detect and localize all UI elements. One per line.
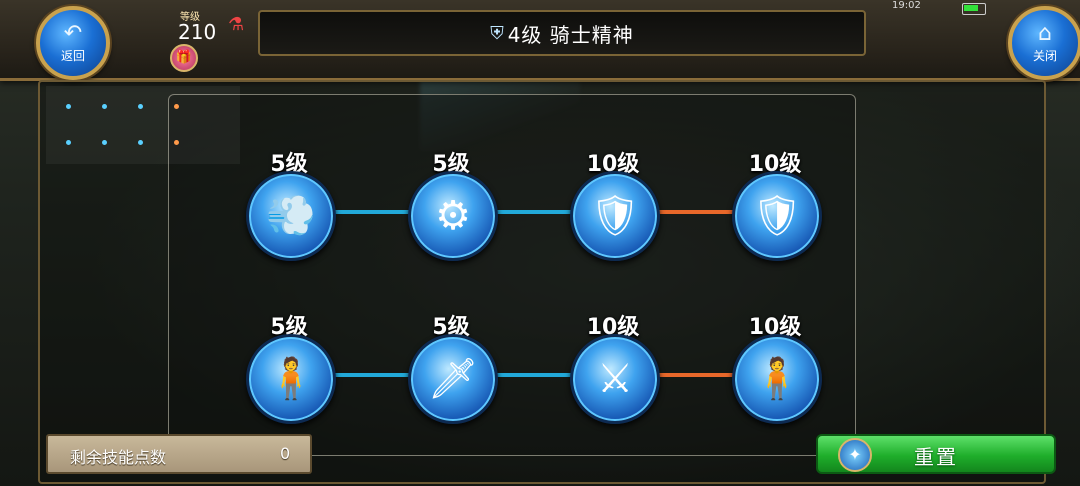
sword-slash-icon: ⚔ <box>597 356 633 402</box>
minimap-dot <box>174 140 179 145</box>
status-clock: 19:02 <box>892 0 921 11</box>
skill-node-sword-slash[interactable]: ⚔ <box>570 334 660 424</box>
minimap-dot <box>174 104 179 109</box>
minimap-dot <box>66 104 71 109</box>
skill-link <box>492 373 572 377</box>
skill-link <box>330 210 410 214</box>
minimap-row <box>66 140 179 145</box>
gear-arrow-icon: ⚙ <box>435 193 471 239</box>
minimap-dot <box>102 140 107 145</box>
battery-icon <box>962 3 986 15</box>
purple-figure-icon: 🧍 <box>266 356 316 402</box>
speed-dash-icon: 💨 <box>266 193 316 239</box>
top-bar: ↶ 返回 等级 210 🎁 ⚗ ⛨ 4级 骑士精神 19:02 ⌂ 关闭 <box>0 0 1080 81</box>
skill-node-gold-shield[interactable]: 🛡 <box>732 171 822 261</box>
skill-link <box>330 373 410 377</box>
skill-node-flaming-sword[interactable]: 🗡 <box>408 334 498 424</box>
skill-node-speed-dash[interactable]: 💨 <box>246 171 336 261</box>
skill-points-box: 剩余技能点数 0 <box>46 434 312 474</box>
page-title: 4级 骑士精神 <box>507 22 634 47</box>
skill-points-label: 剩余技能点数 <box>70 448 167 467</box>
skill-node-purple-figure[interactable]: 🧍 <box>246 334 336 424</box>
skill-link <box>492 210 572 214</box>
minimap-row <box>66 104 179 109</box>
skill-link <box>654 373 734 377</box>
minimap-dot <box>66 140 71 145</box>
minimap-dot <box>138 104 143 109</box>
skill-node-cyan-figure[interactable]: 🧍 <box>732 334 822 424</box>
gold-shield-icon: 🛡 <box>751 193 803 239</box>
skill-node-gear-arrow[interactable]: ⚙ <box>408 171 498 261</box>
skill-points-value: 0 <box>280 444 291 463</box>
skill-node-shield-sparkle[interactable]: 🛡 <box>570 171 660 261</box>
tree-minimap <box>46 86 240 164</box>
close-label: 关闭 <box>1032 48 1057 63</box>
reset-label: 重置 <box>914 445 958 469</box>
flaming-sword-icon: 🗡 <box>427 356 479 402</box>
reset-gem-icon: ✦ <box>838 438 872 472</box>
minimap-dot <box>102 104 107 109</box>
shield-icon: ⛨ <box>490 22 504 44</box>
player-level: 等级 210 🎁 ⚗ <box>160 6 250 72</box>
skill-link <box>654 210 734 214</box>
shield-sparkle-icon: 🛡 <box>589 193 641 239</box>
back-label: 返回 <box>60 48 85 63</box>
close-button[interactable]: ⌂ 关闭 <box>1008 6 1080 80</box>
gift-icon[interactable]: 🎁 <box>170 44 198 72</box>
back-arrow-icon: ↶ <box>63 20 83 46</box>
title-plate: ⛨ 4级 骑士精神 <box>258 10 866 56</box>
reset-button[interactable]: ✦ 重置 <box>816 434 1056 474</box>
level-value: 210 <box>178 20 217 44</box>
cyan-figure-icon: 🧍 <box>752 356 802 402</box>
minimap-dot <box>138 140 143 145</box>
back-button[interactable]: ↶ 返回 <box>36 6 110 80</box>
potion-icon[interactable]: ⚗ <box>228 14 244 35</box>
home-icon: ⌂ <box>1038 20 1052 46</box>
